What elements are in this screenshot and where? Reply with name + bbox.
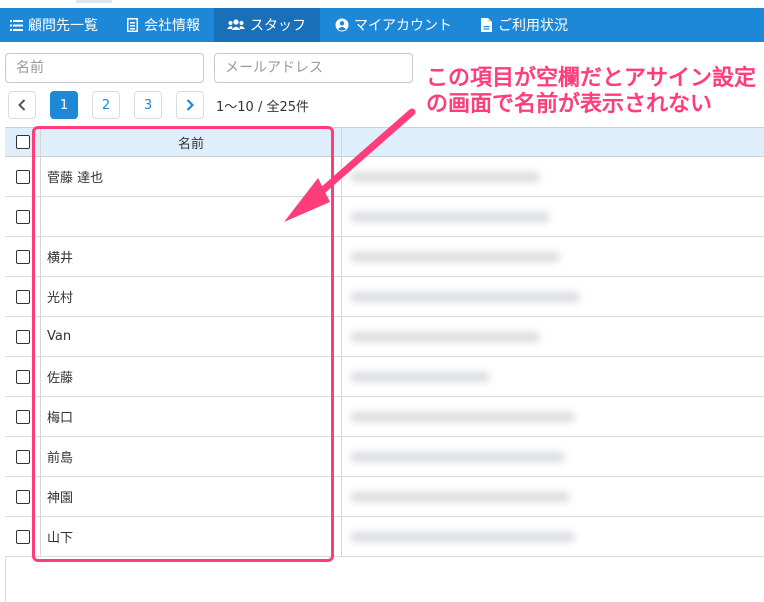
email-column-header[interactable]	[342, 128, 764, 156]
staff-email-redacted	[342, 277, 764, 316]
name-column-header[interactable]: 名前	[41, 128, 342, 156]
staff-name: 神園	[41, 477, 342, 516]
row-checkbox[interactable]	[15, 369, 30, 384]
page-1-button[interactable]: 1	[50, 91, 78, 119]
page-3-button[interactable]: 3	[134, 91, 162, 119]
annotation-text: この項目が空欄だとアサイン設定の画面で名前が表示されない	[426, 66, 757, 117]
top-strip	[0, 0, 764, 8]
prev-page-button[interactable]	[8, 91, 36, 119]
nav-item-label: スタッフ	[250, 18, 306, 34]
staff-name: 光村	[41, 277, 342, 316]
document-icon	[124, 17, 140, 33]
staff-name: 横井	[41, 237, 342, 276]
staff-email-redacted	[342, 357, 764, 396]
next-page-button[interactable]	[176, 91, 204, 119]
nav-item-company[interactable]: 会社情報	[116, 8, 208, 42]
email-search-input[interactable]	[214, 53, 413, 83]
nav-item-clients[interactable]: 顧問先一覧	[0, 8, 106, 42]
nav-item-label: マイアカウント	[354, 18, 452, 34]
nav-item-label: 顧問先一覧	[28, 18, 98, 34]
nav-item-label: ご利用状況	[498, 18, 568, 34]
table-row[interactable]: 菅藤 達也	[5, 157, 764, 197]
staff-email-redacted	[342, 477, 764, 516]
table-row[interactable]: 横井	[5, 237, 764, 277]
table-row[interactable]	[5, 197, 764, 237]
row-checkbox[interactable]	[15, 489, 30, 504]
staff-email-redacted	[342, 197, 764, 236]
staff-email-redacted	[342, 517, 764, 556]
table-row[interactable]: 山下	[5, 517, 764, 557]
row-checkbox[interactable]	[15, 529, 30, 544]
table-header: 名前	[5, 127, 764, 157]
staff-email-redacted	[342, 317, 764, 356]
staff-name: Van	[41, 317, 342, 356]
staff-name: 菅藤 達也	[41, 157, 342, 196]
page-2-button[interactable]: 2	[92, 91, 120, 119]
nav-item-usage[interactable]: ご利用状況	[470, 8, 576, 42]
pagination: 1 2 3 1〜10 / 全25件	[8, 91, 309, 119]
staff-table: 名前 菅藤 達也 横井 光村 Van 佐藤 梅口 前島 神園 山下	[5, 127, 764, 557]
staff-name	[41, 197, 342, 236]
staff-email-redacted	[342, 437, 764, 476]
row-checkbox[interactable]	[15, 209, 30, 224]
row-checkbox[interactable]	[15, 329, 30, 344]
row-checkbox[interactable]	[15, 169, 30, 184]
main-navbar: 顧問先一覧 会社情報 スタッフ マイアカウント ご利用状況	[0, 8, 764, 42]
filter-bar	[5, 53, 413, 83]
staff-email-redacted	[342, 397, 764, 436]
table-row[interactable]: 佐藤	[5, 357, 764, 397]
staff-name: 佐藤	[41, 357, 342, 396]
nav-item-staff[interactable]: スタッフ	[214, 8, 320, 42]
row-checkbox[interactable]	[15, 289, 30, 304]
table-row[interactable]: 前島	[5, 437, 764, 477]
pagination-range: 1〜10 / 全25件	[216, 99, 309, 115]
table-row[interactable]: 光村	[5, 277, 764, 317]
row-checkbox[interactable]	[15, 449, 30, 464]
table-footer-space	[5, 557, 764, 602]
table-row[interactable]: Van	[5, 317, 764, 357]
table-row[interactable]: 神園	[5, 477, 764, 517]
user-circle-icon	[334, 17, 350, 33]
file-icon	[478, 17, 494, 33]
row-checkbox[interactable]	[15, 409, 30, 424]
staff-name: 前島	[41, 437, 342, 476]
nav-item-label: 会社情報	[144, 18, 200, 34]
select-all-checkbox[interactable]	[15, 135, 30, 149]
nav-item-my-account[interactable]: マイアカウント	[326, 8, 460, 42]
table-row[interactable]: 梅口	[5, 397, 764, 437]
staff-name: 山下	[41, 517, 342, 556]
list-icon	[8, 17, 24, 33]
chevron-left-icon	[18, 99, 26, 111]
logo	[76, 0, 112, 3]
name-search-input[interactable]	[5, 53, 204, 83]
users-icon	[226, 17, 246, 33]
staff-email-redacted	[342, 157, 764, 196]
chevron-right-icon	[186, 99, 194, 111]
staff-name: 梅口	[41, 397, 342, 436]
staff-email-redacted	[342, 237, 764, 276]
row-checkbox[interactable]	[15, 249, 30, 264]
